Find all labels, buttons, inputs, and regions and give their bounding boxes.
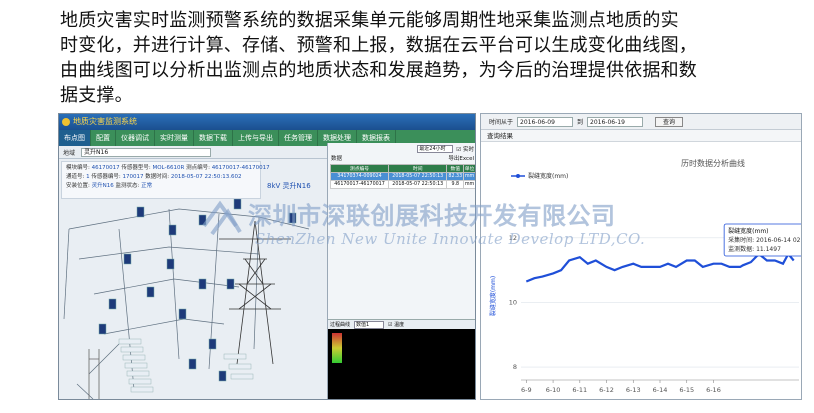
module-no-label: 模块编号:: [66, 165, 90, 171]
intro-paragraph: 地质灾害实时监测预警系统的数据采集单元能够周期性地采集监测点地质的实 时变化，并…: [60, 8, 780, 108]
table-row[interactable]: 34170374-009024 2018-05-07 22:50:13 82.3…: [329, 172, 475, 181]
query-result-title: 查询结果: [481, 130, 801, 142]
sensor-no-label: 传感器编号:: [91, 174, 121, 180]
legend-marker: [516, 174, 520, 178]
y-tick-label: 10: [509, 298, 517, 306]
tooltip-value: 监测数据: 11.1497: [728, 245, 781, 253]
table-cell: 2018-05-07 22:50:13: [388, 172, 448, 181]
x-tick-label: 6-13: [626, 386, 641, 394]
temperature-label: 温度: [394, 322, 405, 328]
tab-device-debug[interactable]: 仪器调试: [116, 130, 155, 146]
tab-config[interactable]: 配置: [91, 130, 116, 146]
company-logo-watermark: [202, 200, 242, 236]
column-header: 单位: [463, 164, 475, 173]
table-cell: mm: [463, 172, 475, 181]
chart-title: 历时数据分析曲线: [681, 158, 745, 168]
x-tick-label: 6-9: [521, 386, 532, 394]
tab-data-download[interactable]: 数据下载: [194, 130, 233, 146]
state-value: 正常: [141, 183, 153, 189]
time-to-label: 到: [577, 119, 584, 126]
area-label: 地域: [63, 149, 76, 157]
column-header: 测点编号: [329, 164, 390, 173]
paragraph-line-1: 地质灾害实时监测预警系统的数据采集单元能够周期性地采集监测点地质的实: [60, 10, 679, 31]
paragraph-line-4: 据支撑。: [60, 85, 133, 106]
app-title: 地质灾害监测系统: [73, 117, 137, 126]
process-curve-chart: [328, 329, 475, 399]
history-chart-screenshot: 时间从于 2016-06-09 到 2016-06-19 查询 查询结果 历时数…: [480, 113, 802, 400]
paragraph-line-2: 时变化，并进行计算、存储、预警和上报，数据在云平台可以生成变化曲线图，: [60, 35, 697, 56]
table-cell: 82.33: [446, 172, 465, 181]
range-select[interactable]: 最近24小时: [417, 145, 454, 153]
route-value: 1: [86, 174, 90, 180]
sensor-no-value: 170017: [122, 174, 144, 180]
sensor-type-label: 传感器型号:: [121, 165, 151, 171]
app-logo-icon: [62, 118, 70, 126]
process-curve-toolbar: 过程曲线 数值1 ☑ 温度: [328, 319, 475, 329]
table-header-row: 测点编号 时间 数值 单位: [329, 164, 475, 173]
paragraph-line-3: 由曲线图可以分析出监测点的地质状态和发展趋势，为今后的治理提供依据和数: [60, 60, 697, 81]
tab-layout-map[interactable]: 布点图: [59, 130, 91, 146]
color-scale: [332, 333, 342, 363]
realtime-data-panel: 最近24小时 ☑ 实时 数据 导出Excel 测点编号 时间 数值 单位 341…: [327, 143, 475, 399]
table-row[interactable]: 46170017-46170017 2018-05-07 22:50:13 9.…: [329, 180, 475, 189]
tooltip-time: 采集时间: 2016-06-14 02:55:16: [728, 236, 802, 244]
tooltip-title: 裂缝宽度(mm): [728, 227, 768, 235]
x-tick-label: 6-10: [546, 386, 561, 394]
realtime-checkbox[interactable]: ☑ 实时: [456, 145, 474, 153]
state-label: 监测状态:: [115, 183, 140, 189]
export-excel-button[interactable]: 导出Excel: [448, 155, 474, 164]
monitoring-app-screenshot: 地质灾害监测系统 布点图 配置 仪器调试 实时测量 数据下载 上传与导出 任务管…: [58, 113, 476, 400]
tab-task-manage[interactable]: 任务管理: [279, 130, 318, 146]
sensor-info-box: 模块编号: 46170017 传感器型号: MOL-6610R 测点编号: 46…: [61, 161, 270, 199]
data-time-value: 2018-05-07 22:50:13.602: [170, 174, 242, 180]
legend-label: 裂缝宽度(mm): [528, 172, 568, 180]
x-tick-label: 6-11: [572, 386, 587, 394]
table-cell: mm: [463, 180, 475, 189]
table-cell: 9.8: [446, 180, 465, 189]
route-label: 通道号:: [66, 174, 85, 180]
data-header: 数据 导出Excel: [328, 155, 475, 164]
y-tick-label: 8: [513, 363, 517, 371]
process-curve-label: 过程曲线: [330, 322, 351, 328]
series-line: [525, 252, 795, 283]
point-no-value: 46170017-46170017: [211, 165, 270, 171]
time-to-input[interactable]: 2016-06-19: [587, 116, 644, 127]
watermark-company-cn: 深圳市深联创展科技开发有限公司: [248, 202, 616, 230]
tab-upload-export[interactable]: 上传与导出: [233, 130, 279, 146]
area-select[interactable]: 灵升N16: [81, 147, 212, 157]
time-from-input[interactable]: 2016-06-09: [517, 116, 574, 127]
realtime-label: 实时: [462, 147, 474, 153]
realtime-table: 测点编号 时间 数值 单位 34170374-009024 2018-05-07…: [329, 164, 475, 189]
module-no-value: 46170017: [91, 165, 120, 171]
time-from-label: 时间从于: [489, 119, 514, 126]
query-toolbar: 时间从于 2016-06-09 到 2016-06-19 查询: [481, 114, 801, 130]
point-no-label: 测点编号:: [186, 165, 210, 171]
tab-realtime[interactable]: 实时测量: [155, 130, 194, 146]
table-cell: 34170374-009024: [329, 172, 390, 181]
app-title-bar: 地质灾害监测系统: [59, 114, 475, 130]
sensor-labels: [118, 338, 254, 393]
data-time-label: 数据时间:: [145, 174, 170, 180]
watermark-company-en: ShenZhen New Unite Innovate Develop LTD,…: [255, 230, 646, 248]
temperature-checkbox[interactable]: ☑ 温度: [388, 321, 404, 328]
column-header: 时间: [388, 164, 448, 173]
range-toolbar: 最近24小时 ☑ 实时: [328, 143, 475, 155]
query-button[interactable]: 查询: [655, 116, 684, 127]
x-tick-label: 6-16: [706, 386, 721, 394]
install-value: 灵升N16: [91, 183, 114, 189]
x-tick-label: 6-15: [679, 386, 694, 394]
table-cell: 2018-05-07 22:50:13: [388, 180, 448, 189]
column-header: 数值: [446, 164, 465, 173]
x-tick-label: 6-14: [653, 386, 668, 394]
history-line-chart: 历时数据分析曲线裂缝宽度(mm)81012裂缝宽度(mm)6-9 6-10 6-11…: [489, 158, 802, 394]
install-label: 安装位置:: [66, 183, 90, 189]
data-label: 数据: [331, 156, 343, 162]
well-structure: [88, 349, 100, 399]
table-cell: 46170017-46170017: [329, 180, 390, 189]
x-tick-label: 6-12: [599, 386, 614, 394]
value-select[interactable]: 数值1: [354, 320, 385, 329]
map-site-label: 8kV 灵升N16: [267, 182, 311, 190]
sensor-type-value: MOL-6610R: [152, 165, 185, 171]
y-axis-label: 裂缝宽度(mm): [489, 276, 497, 316]
